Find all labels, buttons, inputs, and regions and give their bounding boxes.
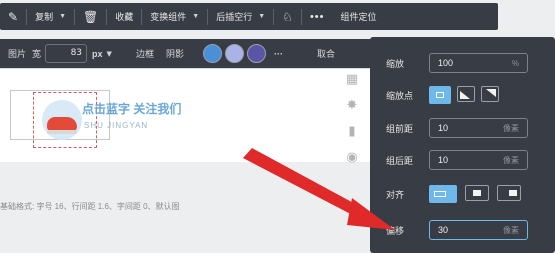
red-arrow-annotation: [243, 148, 395, 230]
arrow-head: [347, 198, 395, 230]
